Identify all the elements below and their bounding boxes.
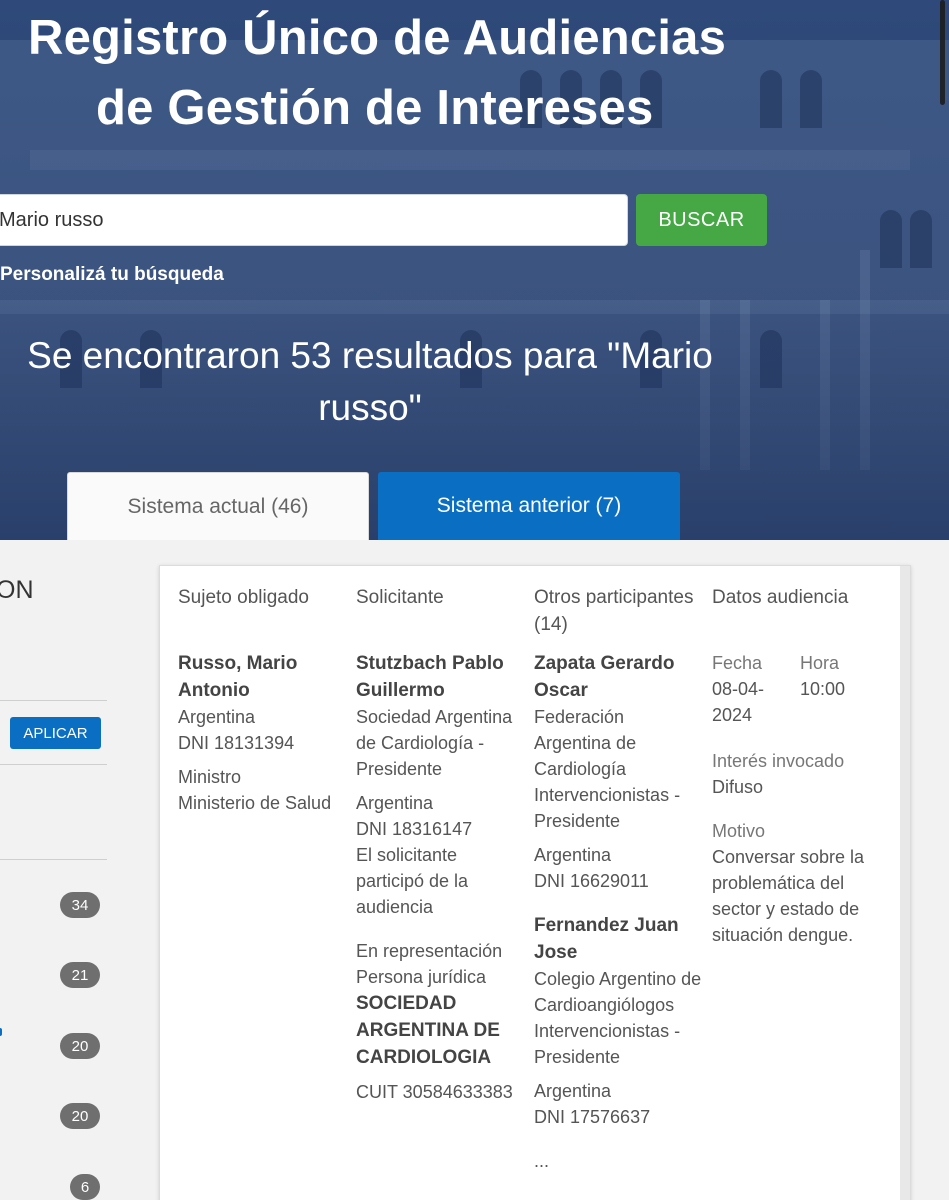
result-card[interactable]: Sujeto obligado Solicitante Otros partic… bbox=[159, 565, 911, 1200]
representation-cuit: CUIT 30584633383 bbox=[356, 1082, 513, 1102]
search-button[interactable]: BUSCAR bbox=[636, 194, 767, 246]
motivo-label: Motivo bbox=[712, 821, 766, 841]
participant-country: Argentina bbox=[534, 1081, 612, 1101]
header-otros: Otros participantes (14) bbox=[534, 587, 694, 635]
filter-indicator bbox=[0, 1028, 2, 1036]
search-input[interactable] bbox=[0, 194, 628, 246]
count-badge: 21 bbox=[60, 962, 100, 988]
count-badge: 6 bbox=[70, 1174, 100, 1200]
filter-sidebar: ON APLICAR 34 21 20 20 6 bbox=[0, 540, 140, 1200]
participant-name: Fernandez Juan Jose bbox=[534, 915, 679, 963]
representation-name: SOCIEDAD ARGENTINA DE CARDIOLOGIA bbox=[356, 993, 500, 1068]
tab-sistema-actual[interactable]: Sistema actual (46) bbox=[67, 472, 369, 540]
header-datos: Datos audiencia bbox=[712, 587, 849, 608]
sujeto-role: Ministro bbox=[178, 767, 242, 787]
sujeto-country: Argentina bbox=[178, 707, 256, 727]
interes-label: Interés invocado bbox=[712, 751, 845, 771]
count-badge: 20 bbox=[60, 1103, 100, 1129]
sujeto-column: Russo, Mario Antonio Argentina DNI 18131… bbox=[178, 650, 350, 816]
apply-filter-button[interactable]: APLICAR bbox=[10, 717, 101, 749]
participant-country: Argentina bbox=[534, 845, 612, 865]
divider bbox=[0, 700, 107, 701]
datos-column: Fecha 08-04-2024 Hora 10:00 Interés invo… bbox=[712, 650, 882, 948]
fecha-value: 08-04-2024 bbox=[712, 679, 765, 725]
participant-item: Zapata Gerardo Oscar Federación Argentin… bbox=[534, 650, 704, 894]
sujeto-dni: DNI 18131394 bbox=[178, 733, 295, 753]
participant-item: Fernandez Juan Jose Colegio Argentino de… bbox=[534, 912, 704, 1130]
participant-org: Federación Argentina de Cardiología Inte… bbox=[534, 707, 681, 831]
tab-sistema-anterior[interactable]: Sistema anterior (7) bbox=[378, 472, 680, 540]
card-scrollbar bbox=[900, 566, 910, 1200]
hora-label: Hora bbox=[800, 653, 840, 673]
customize-search-link[interactable]: Personalizá tu búsqueda bbox=[0, 264, 224, 286]
solicitante-note: El solicitante participó de la audiencia bbox=[356, 845, 469, 917]
motivo-value: Conversar sobre la problemática del sect… bbox=[712, 847, 865, 945]
participant-org: Colegio Argentino de Cardioangiólogos In… bbox=[534, 969, 702, 1067]
representation-label: En representación bbox=[356, 941, 503, 961]
divider bbox=[0, 764, 107, 765]
sidebar-heading: ON bbox=[0, 576, 34, 604]
solicitante-column: Stutzbach Pablo Guillermo Sociedad Argen… bbox=[356, 650, 528, 1105]
interes-value: Difuso bbox=[712, 777, 764, 797]
sujeto-name: Russo, Mario Antonio bbox=[178, 653, 298, 701]
hora-value: 10:00 bbox=[800, 679, 846, 699]
representation-type: Persona jurídica bbox=[356, 967, 487, 987]
count-badge: 34 bbox=[60, 892, 100, 918]
participant-dni: DNI 16629011 bbox=[534, 871, 649, 891]
page-title-line2: de Gestión de Intereses bbox=[96, 81, 654, 135]
header-solicitante: Solicitante bbox=[356, 587, 444, 608]
otros-column: Zapata Gerardo Oscar Federación Argentin… bbox=[534, 650, 704, 1174]
results-heading: Se encontraron 53 resultados para "Mario… bbox=[27, 335, 713, 428]
solicitante-dni: DNI 18316147 bbox=[356, 819, 473, 839]
solicitante-org: Sociedad Argentina de Cardiología - Pres… bbox=[356, 707, 513, 779]
sujeto-org: Ministerio de Salud bbox=[178, 793, 332, 813]
fecha-label: Fecha bbox=[712, 653, 763, 673]
count-badge: 20 bbox=[60, 1033, 100, 1059]
header-sujeto: Sujeto obligado bbox=[178, 587, 309, 608]
solicitante-country: Argentina bbox=[356, 793, 434, 813]
participant-name: Zapata Gerardo Oscar bbox=[534, 653, 675, 701]
divider bbox=[0, 859, 107, 860]
more-participants-ellipsis[interactable]: ... bbox=[534, 1148, 704, 1174]
page-title-line1: Registro Único de Audiencias bbox=[28, 11, 727, 65]
solicitante-name: Stutzbach Pablo Guillermo bbox=[356, 653, 504, 701]
participant-dni: DNI 17576637 bbox=[534, 1107, 651, 1127]
